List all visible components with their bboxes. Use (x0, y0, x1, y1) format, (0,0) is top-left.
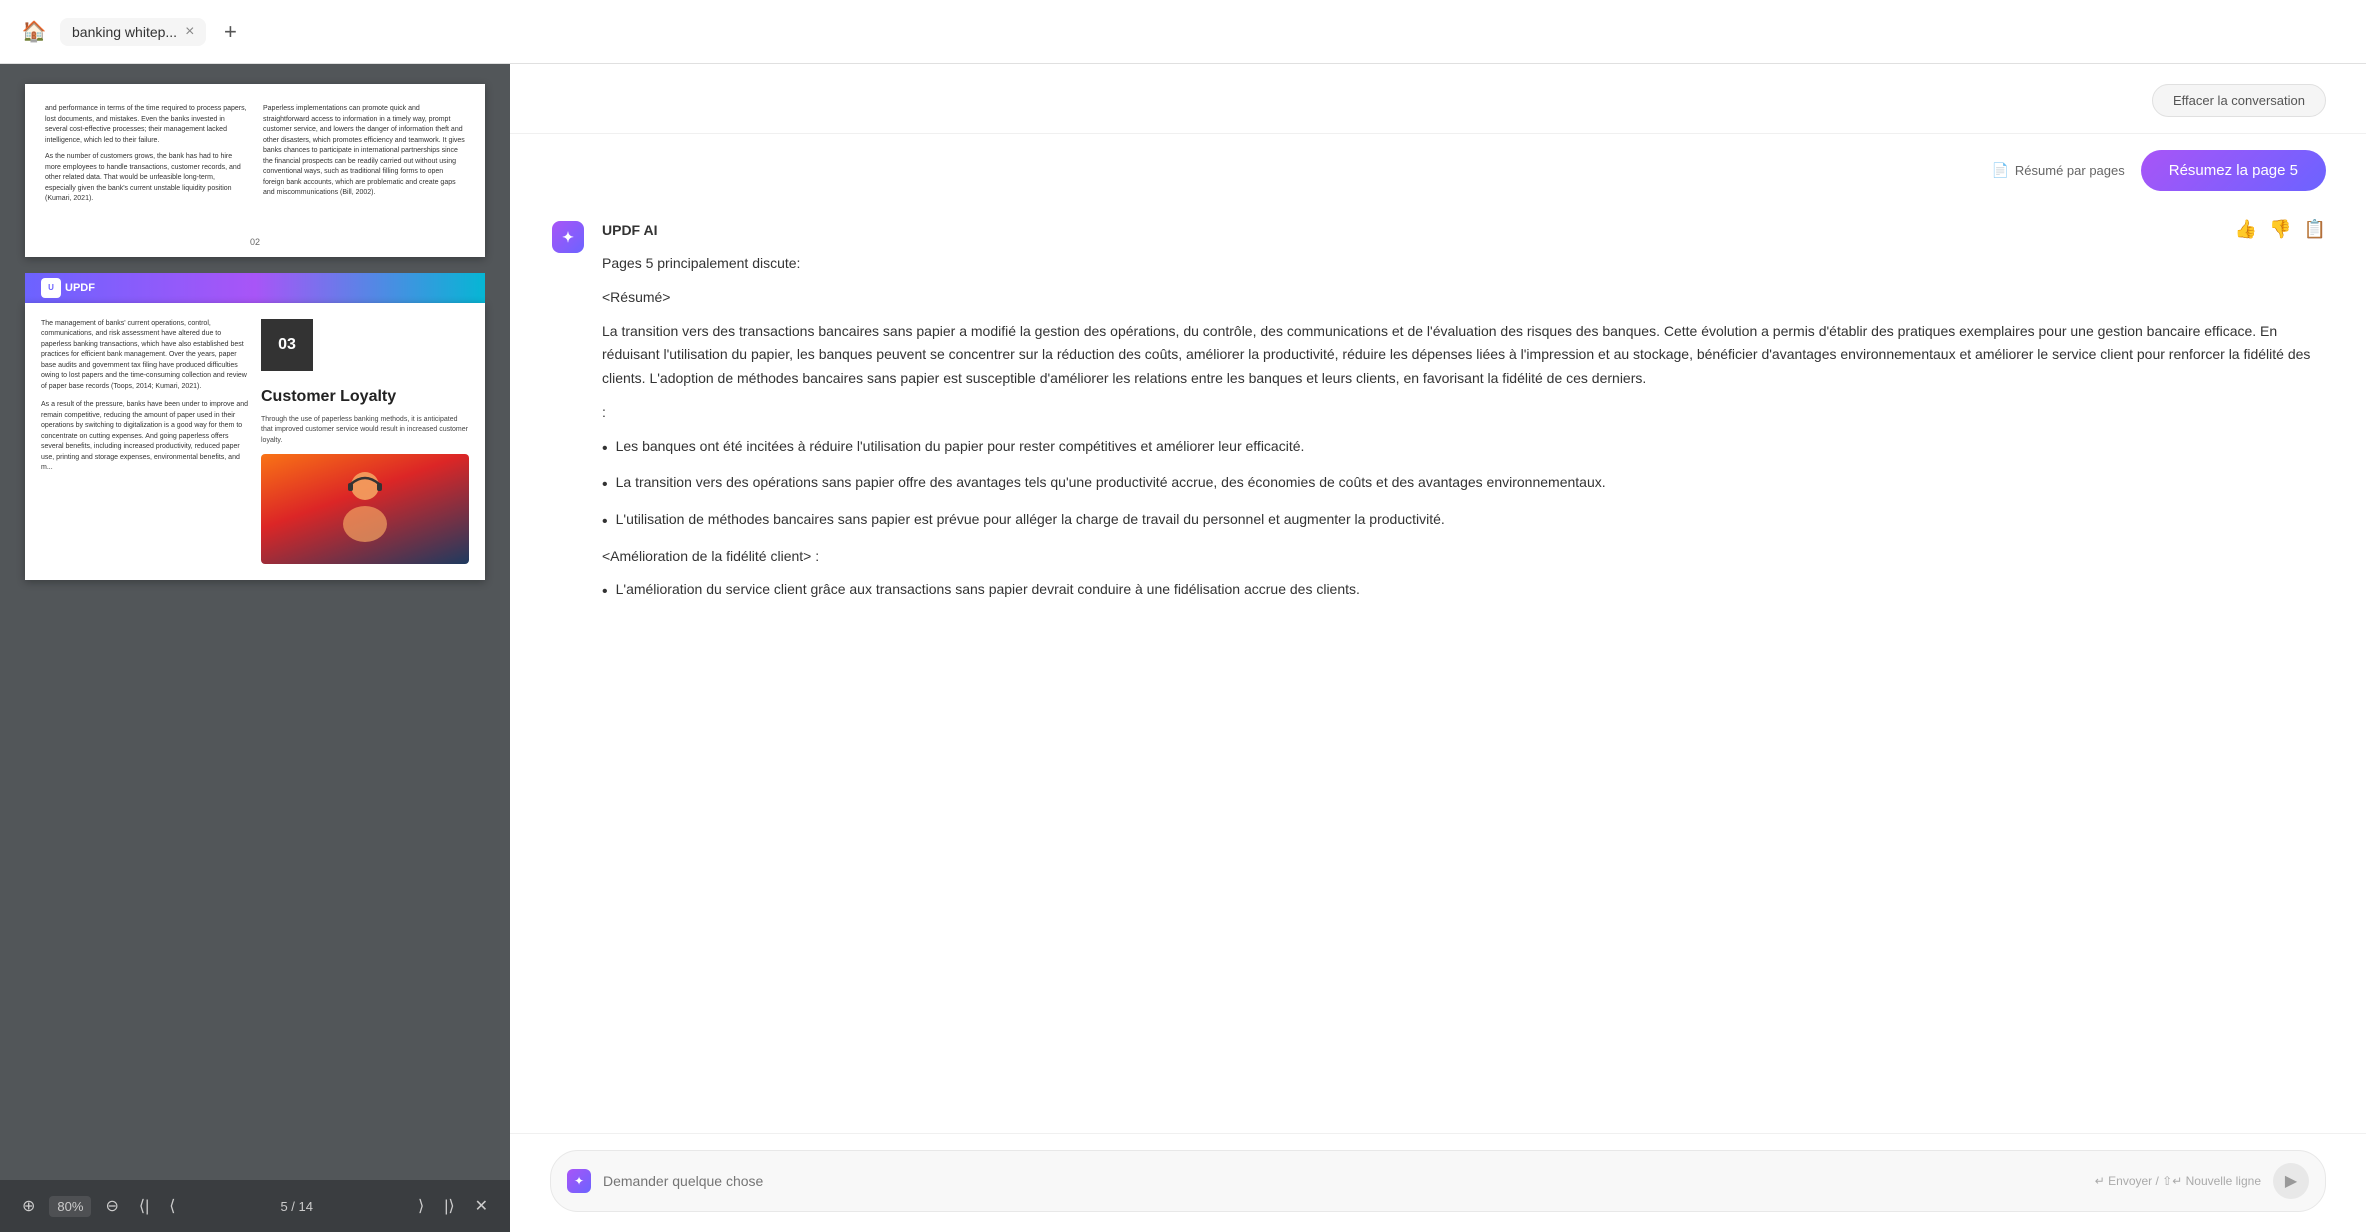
pdf-toolbar: ⊕ 80% ⊖ ⟨| ⟨ 5 / 14 ⟩ (0, 1180, 510, 1232)
close-viewer-button[interactable]: ✕ (469, 1192, 494, 1220)
nav-last-icon: |⟩ (444, 1196, 454, 1216)
pdf-panel: and performance in terms of the time req… (0, 64, 510, 1232)
page3-left: The management of banks' current operati… (41, 319, 249, 565)
ai-message: ✦ UPDF AI 👍 👎 📋 Pages 5 (550, 219, 2326, 615)
page2-left-text: and performance in terms of the time req… (45, 104, 247, 211)
pdf-page-3: The management of banks' current operati… (25, 303, 485, 581)
message-actions: 👍 👎 📋 (2235, 219, 2326, 240)
loyalty-bullet-item-1: L'amélioration du service client grâce a… (602, 578, 2326, 605)
zoom-in-icon: ⊕ (22, 1196, 35, 1216)
current-page: 5 (280, 1199, 287, 1214)
page-separator: / (291, 1199, 298, 1214)
thumbs-up-button[interactable]: 👍 (2235, 219, 2257, 240)
nav-first-button[interactable]: ⟨| (133, 1192, 155, 1220)
zoom-out-icon: ⊖ (105, 1196, 118, 1216)
updf-logo-text: UPDF (65, 282, 95, 294)
pdf-pages-container: and performance in terms of the time req… (0, 64, 510, 1180)
summary-label: 📄 Résumé par pages (1991, 162, 2124, 179)
thumbs-down-button[interactable]: 👎 (2269, 219, 2291, 240)
toolbar-left: ⊕ 80% ⊖ ⟨| ⟨ (16, 1192, 182, 1220)
ai-panel: Effacer la conversation 📄 Résumé par pag… (510, 64, 2366, 1232)
nav-first-icon: ⟨| (139, 1196, 149, 1216)
input-hint-text: ↵ Envoyer / ⇧↵ Nouvelle ligne (2095, 1174, 2261, 1188)
send-button[interactable]: ▶ (2273, 1163, 2309, 1199)
loyalty-tag: <Amélioration de la fidélité client> : (602, 545, 2326, 569)
cs-figure-svg (325, 464, 405, 554)
nav-prev-icon: ⟨ (169, 1196, 175, 1216)
updf-ai-brand: UPDF AI (602, 222, 657, 238)
customer-service-image (261, 454, 469, 564)
ai-messages-area: ✦ UPDF AI 👍 👎 📋 Pages 5 (510, 199, 2366, 1133)
page-divider: U UPDF (25, 273, 485, 303)
nav-next-icon: ⟩ (418, 1196, 424, 1216)
chapter-number-box: 03 (261, 319, 313, 371)
page2-number: 02 (25, 231, 485, 257)
bullet-item-3: L'utilisation de méthodes bancaires sans… (602, 508, 2326, 535)
ai-summary-bar: 📄 Résumé par pages Résumez la page 5 (510, 134, 2366, 199)
total-pages: 14 (299, 1199, 313, 1214)
page3-right: 03 Customer Loyalty Through the use of p… (261, 319, 469, 565)
bullet-item-1: Les banques ont été incitées à réduire l… (602, 435, 2326, 462)
ai-input-container: ✦ ↵ Envoyer / ⇧↵ Nouvelle ligne ▶ (550, 1150, 2326, 1212)
zoom-display[interactable]: 80% (49, 1196, 91, 1217)
main-summary: La transition vers des transactions banc… (602, 320, 2326, 391)
chapter-desc: Through the use of paperless banking met… (261, 415, 469, 447)
close-viewer-icon: ✕ (475, 1196, 488, 1216)
nav-last-button[interactable]: |⟩ (438, 1192, 460, 1220)
nav-prev-button[interactable]: ⟨ (163, 1192, 181, 1220)
copy-button[interactable]: 📋 (2304, 219, 2326, 240)
add-tab-button[interactable]: + (214, 16, 246, 48)
chapter-title: Customer Loyalty (261, 385, 469, 409)
nav-next-button[interactable]: ⟩ (412, 1192, 430, 1220)
ai-response-text: Pages 5 principalement discute: <Résumé>… (602, 252, 2326, 605)
loyalty-bullet-list: L'amélioration du service client grâce a… (602, 578, 2326, 605)
zoom-out-button[interactable]: ⊖ (99, 1192, 124, 1220)
message-header-line: Pages 5 principalement discute: (602, 252, 2326, 276)
updf-ai-brand-text: UPDF AI (602, 222, 657, 238)
toolbar-right: ⟩ |⟩ ✕ (412, 1192, 494, 1220)
bullet-list: Les banques ont été incitées à réduire l… (602, 435, 2326, 535)
clear-conversation-button[interactable]: Effacer la conversation (2152, 84, 2326, 117)
summary-label-text: Résumé par pages (2015, 163, 2125, 178)
send-icon: ▶ (2285, 1171, 2297, 1191)
tab-banking-whitep[interactable]: banking whitep... × (60, 18, 206, 46)
tab-close-icon[interactable]: × (185, 24, 194, 40)
updf-ai-avatar: ✦ (550, 219, 586, 255)
updf-ai-icon: ✦ (552, 221, 584, 253)
resume-tag: <Résumé> (602, 286, 2326, 310)
ai-chat-input[interactable] (603, 1173, 2083, 1189)
page2-right-text: Paperless implementations can promote qu… (263, 104, 465, 211)
main-content: and performance in terms of the time req… (0, 64, 2366, 1232)
bullet-item-2: La transition vers des opérations sans p… (602, 471, 2326, 498)
ai-input-icon: ✦ (567, 1169, 591, 1193)
colon-line: : (602, 401, 2326, 425)
home-button[interactable]: 🏠 (16, 14, 52, 50)
pdf-page-2: and performance in terms of the time req… (25, 84, 485, 257)
summarize-page-button[interactable]: Résumez la page 5 (2141, 150, 2326, 191)
ai-header: Effacer la conversation (510, 64, 2366, 134)
zoom-in-button[interactable]: ⊕ (16, 1192, 41, 1220)
top-bar: 🏠 banking whitep... × + (0, 0, 2366, 64)
ai-message-header: UPDF AI 👍 👎 📋 (602, 219, 2326, 240)
updf-logo-icon: U (41, 278, 61, 298)
summary-doc-icon: 📄 (1991, 162, 2008, 179)
updf-logo: U UPDF (41, 278, 95, 298)
ai-input-area: ✦ ↵ Envoyer / ⇧↵ Nouvelle ligne ▶ (510, 1133, 2366, 1232)
tab-label: banking whitep... (72, 24, 177, 40)
page-info: 5 / 14 (280, 1199, 313, 1214)
ai-message-body: UPDF AI 👍 👎 📋 Pages 5 principalement dis… (602, 219, 2326, 615)
